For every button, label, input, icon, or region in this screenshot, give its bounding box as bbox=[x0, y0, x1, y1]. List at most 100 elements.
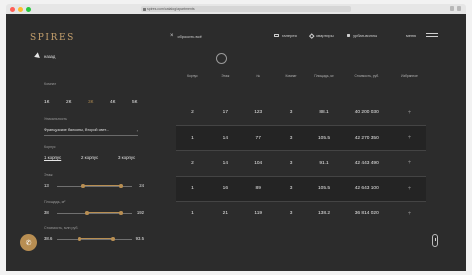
call-button[interactable]: ✆ bbox=[20, 234, 37, 251]
reset-filters-button[interactable]: × сбросить всё bbox=[170, 33, 202, 39]
cell-floor: 14 bbox=[222, 160, 228, 166]
cell-korpus: 1 bbox=[191, 211, 194, 217]
floor-label: Этаж bbox=[44, 173, 53, 177]
menu-label[interactable]: меню bbox=[406, 33, 416, 38]
back-button[interactable]: назад bbox=[33, 52, 56, 60]
address-bar[interactable]: spires.com/catalog/apartments bbox=[141, 6, 351, 12]
rooms-option-4k[interactable]: 4К bbox=[110, 100, 117, 105]
uniqueness-select[interactable]: Французские балконы, Второй свет... › bbox=[44, 128, 138, 136]
favorite-add-icon[interactable]: + bbox=[393, 211, 426, 217]
korpus-option-2[interactable]: 2 корпус bbox=[81, 155, 118, 160]
cell-floor: 16 bbox=[222, 186, 228, 192]
floor-knob-min[interactable] bbox=[81, 184, 86, 188]
cell-rooms: 3 bbox=[289, 211, 293, 217]
favorite-add-icon[interactable]: + bbox=[393, 186, 426, 192]
nav-gallery[interactable]: галерея bbox=[274, 33, 297, 38]
reset-filters-label: сбросить всё bbox=[177, 33, 202, 39]
rooms-label: Комнат bbox=[44, 82, 57, 86]
table-row[interactable]: 2 17 123 3 88.1 40 200 030 + bbox=[176, 100, 426, 125]
maximize-window-icon[interactable] bbox=[26, 6, 31, 12]
rooms-option-3k[interactable]: 3К bbox=[88, 100, 95, 105]
scroll-mouse-icon[interactable] bbox=[432, 234, 438, 247]
back-label: назад bbox=[44, 53, 56, 59]
rooms-option-1k[interactable]: 1К bbox=[44, 100, 51, 105]
cell-area: 138.2 bbox=[318, 211, 331, 217]
nav-apartments-label: квартиры bbox=[316, 33, 334, 38]
cell-korpus: 2 bbox=[191, 110, 194, 116]
arrow-back-icon bbox=[33, 52, 40, 60]
cell-rooms: 3 bbox=[289, 135, 293, 141]
area-max: 192 bbox=[136, 210, 144, 215]
cell-floor: 17 bbox=[222, 110, 228, 116]
cell-cost: 42 643 100 bbox=[354, 186, 379, 192]
price-knob-min[interactable] bbox=[77, 237, 82, 241]
area-knob-min[interactable] bbox=[85, 211, 89, 215]
cell-number: 123 bbox=[254, 110, 263, 116]
nav-apartments[interactable]: квартиры bbox=[309, 33, 334, 38]
column-header[interactable]: Комнат bbox=[275, 74, 308, 78]
tabs-icon[interactable] bbox=[457, 6, 461, 11]
lock-icon bbox=[143, 7, 146, 11]
column-header[interactable]: Площадь, м² bbox=[308, 74, 341, 78]
villa-icon bbox=[346, 33, 351, 38]
cell-area: 88.1 bbox=[319, 110, 329, 116]
cell-korpus: 1 bbox=[191, 186, 194, 192]
cell-rooms: 3 bbox=[289, 186, 293, 192]
nav-villas[interactable]: урбан-виллы bbox=[346, 33, 378, 38]
table-row[interactable]: 1 14 77 3 105.5 42 270 350 + bbox=[176, 125, 426, 151]
cell-number: 104 bbox=[254, 160, 263, 166]
window-controls bbox=[10, 6, 31, 12]
column-header[interactable]: Этаж bbox=[209, 74, 242, 78]
favorite-add-icon[interactable]: + bbox=[393, 135, 426, 141]
favorite-add-icon[interactable]: + bbox=[393, 160, 426, 166]
close-window-icon[interactable] bbox=[10, 6, 15, 12]
cell-rooms: 3 bbox=[289, 110, 293, 116]
table-row[interactable]: 2 14 104 3 91.1 42 443 490 + bbox=[176, 150, 426, 175]
share-icon[interactable] bbox=[450, 6, 454, 11]
cell-cost: 42 270 350 bbox=[354, 135, 379, 141]
rooms-option-2k[interactable]: 2К bbox=[66, 100, 73, 105]
column-header[interactable]: № bbox=[242, 74, 275, 78]
cell-number: 119 bbox=[254, 211, 263, 217]
page: SPIRES × сбросить всё галерея квартиры у… bbox=[6, 14, 466, 271]
cell-area: 105.5 bbox=[318, 135, 331, 141]
column-header[interactable]: Корпус bbox=[176, 74, 209, 78]
favorite-add-icon[interactable]: + bbox=[393, 110, 426, 116]
area-knob-max[interactable] bbox=[118, 211, 123, 215]
floor-range-slider[interactable]: 13 24 bbox=[44, 183, 144, 190]
table-row[interactable]: 1 21 119 3 138.2 36 814 020 + bbox=[176, 200, 426, 226]
cell-korpus: 2 bbox=[191, 160, 194, 166]
cell-area: 105.5 bbox=[318, 186, 331, 192]
uniqueness-label: Уникальность bbox=[44, 117, 68, 121]
cell-number: 77 bbox=[255, 135, 261, 141]
rooms-option-5k[interactable]: 5К bbox=[132, 100, 139, 105]
logo[interactable]: SPIRES bbox=[30, 33, 75, 43]
nav-gallery-label: галерея bbox=[282, 33, 297, 38]
floor-max: 24 bbox=[139, 183, 144, 188]
column-header[interactable]: Стоимость, руб. bbox=[340, 74, 393, 78]
area-fill bbox=[87, 212, 121, 214]
area-range-slider[interactable]: 38 192 bbox=[44, 210, 144, 217]
uniqueness-value: Французские балконы, Второй свет... bbox=[44, 128, 109, 132]
nav-villas-label: урбан-виллы bbox=[353, 33, 378, 38]
price-knob-max[interactable] bbox=[111, 237, 116, 241]
browser-toolbar: spires.com/catalog/apartments bbox=[6, 4, 466, 14]
floor-knob-max[interactable] bbox=[118, 184, 123, 188]
korpus-option-3[interactable]: 3 корпус bbox=[118, 155, 155, 160]
minimize-window-icon[interactable] bbox=[18, 6, 23, 12]
cell-floor: 21 bbox=[222, 211, 228, 217]
cursor-circle-icon bbox=[216, 53, 227, 64]
gallery-icon bbox=[274, 33, 279, 38]
korpus-option-1[interactable]: 1 корпус bbox=[44, 155, 81, 160]
area-min: 38 bbox=[44, 210, 49, 215]
apartments-table: 2 17 123 3 88.1 40 200 030 + 1 14 77 3 1… bbox=[176, 100, 426, 226]
chevron-right-icon: › bbox=[136, 128, 138, 133]
hamburger-menu-icon[interactable] bbox=[426, 33, 438, 39]
cell-cost: 40 200 030 bbox=[354, 110, 379, 116]
price-max: 93.5 bbox=[135, 236, 144, 241]
address-bar-text: spires.com/catalog/apartments bbox=[147, 7, 195, 11]
price-range-slider[interactable]: 38.6 93.5 bbox=[44, 236, 144, 243]
column-header[interactable]: Избранное bbox=[393, 74, 426, 78]
table-row[interactable]: 1 16 89 3 105.5 42 643 100 + bbox=[176, 175, 426, 201]
cell-number: 89 bbox=[255, 186, 261, 192]
